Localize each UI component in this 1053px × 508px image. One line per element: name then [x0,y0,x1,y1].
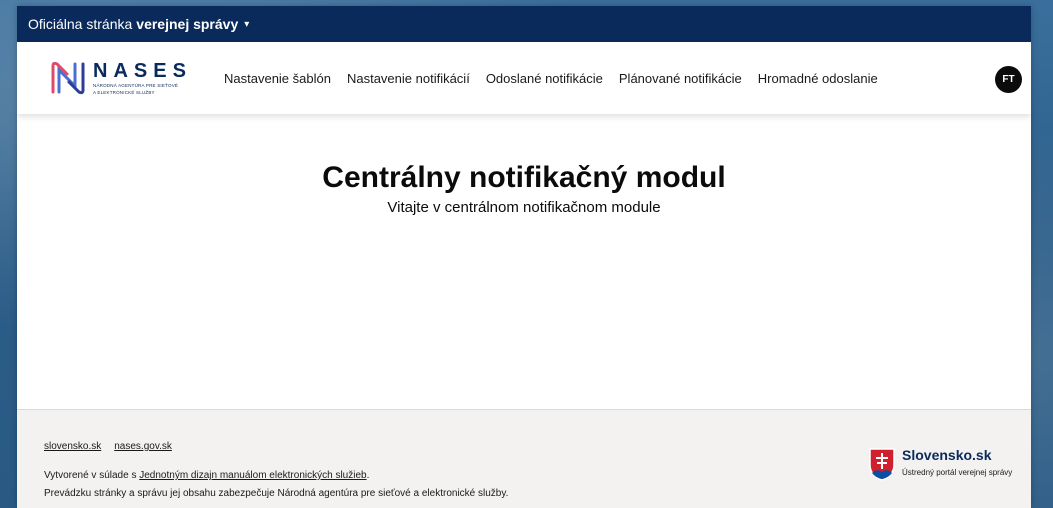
footer-links: slovensko.sk nases.gov.sk [44,441,185,452]
government-banner[interactable]: Oficiálna stránka verejnej správy ▾ [17,6,1031,42]
slovensko-sk-subtitle: Ústredný portál verejnej správy [902,468,1013,477]
nav-item-template-settings[interactable]: Nastavenie šablón [224,71,331,86]
logo-subtitle-line2: a elektronické služby [93,90,155,95]
nav-item-notification-settings[interactable]: Nastavenie notifikácií [347,71,470,86]
nav-item-sent-notifications[interactable]: Odoslané notifikácie [486,71,603,86]
nases-logo[interactable]: NASES Národná agentúra pre sieťové a ele… [49,60,197,96]
site-footer: slovensko.sk nases.gov.sk Vytvorené v sú… [17,409,1031,508]
page-subtitle: Vitajte v centrálnom notifikačnom module [387,199,661,216]
logo-subtitle-line1: Národná agentúra pre sieťové [93,83,179,88]
slovak-coat-of-arms-icon [869,448,895,481]
footer-design-suffix: . [366,470,370,481]
logo-name: NASES [93,60,192,82]
slovensko-sk-name: Slovensko.sk [902,447,992,463]
footer-design-note: Vytvorené v súlade s Jednotným dizajn ma… [44,470,369,481]
nases-emblem-icon [51,61,85,95]
logo-text: NASES Národná agentúra pre sieťové a ele… [93,61,192,95]
nav-item-scheduled-notifications[interactable]: Plánované notifikácie [619,71,742,86]
main-content: Centrálny notifikačný modul Vitajte v ce… [17,114,1031,409]
slovensko-sk-brand[interactable]: Slovensko.sk Ústredný portál verejnej sp… [868,447,1012,481]
page-title: Centrálny notifikačný modul [322,161,726,194]
footer-link-slovensko[interactable]: slovensko.sk [44,441,101,452]
footer-operator-note: Prevádzku stránky a správu jej obsahu za… [44,488,509,499]
slovensko-sk-text: Slovensko.sk Ústredný portál verejnej sp… [902,447,1012,477]
government-banner-prefix: Oficiálna stránka [28,16,133,32]
footer-link-nases[interactable]: nases.gov.sk [114,441,172,452]
nav-item-bulk-send[interactable]: Hromadné odoslanie [758,71,878,86]
chevron-down-icon[interactable]: ▾ [244,19,249,30]
browser-page: Oficiálna stránka verejnej správy ▾ NASE… [17,6,1031,508]
government-banner-bold: verejnej správy [136,16,239,32]
user-avatar[interactable]: FT [995,66,1022,93]
footer-design-manual-link[interactable]: Jednotným dizajn manuálom elektronických… [139,470,366,481]
site-header: NASES Národná agentúra pre sieťové a ele… [17,42,1031,114]
footer-design-prefix: Vytvorené v súlade s [44,470,140,481]
main-navigation: Nastavenie šablón Nastavenie notifikácií… [224,71,894,86]
